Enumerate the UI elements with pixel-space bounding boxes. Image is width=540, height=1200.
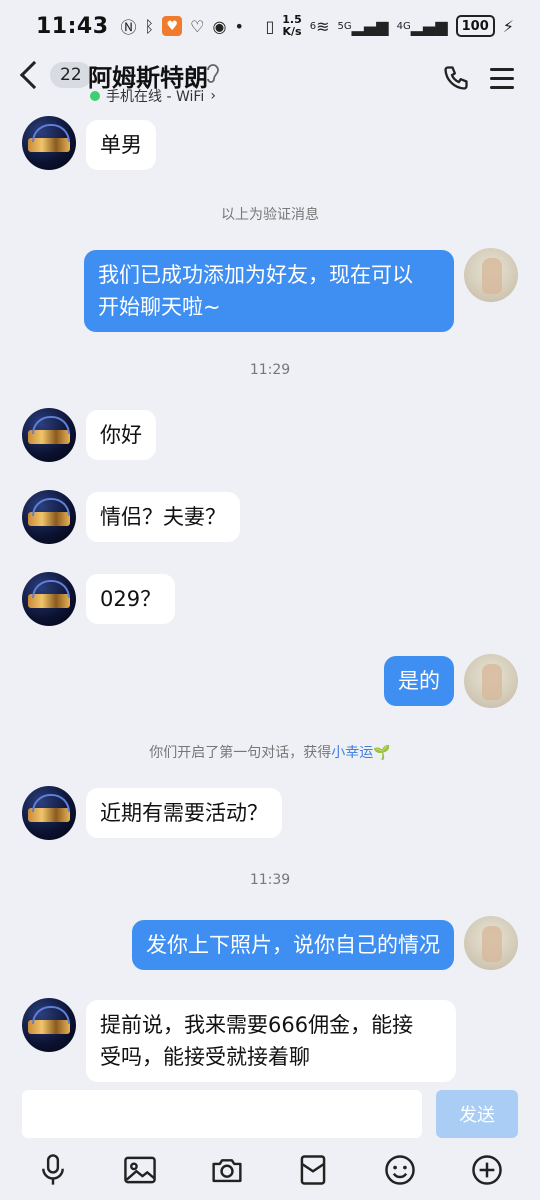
message-input[interactable] [22, 1090, 422, 1138]
notification-dot-icon: • [234, 16, 244, 36]
input-toolbar [0, 1150, 540, 1194]
phone-icon [444, 66, 468, 90]
charging-icon: ⚡ [502, 16, 514, 36]
unread-count-badge: 22 [50, 62, 92, 88]
camera-icon[interactable] [207, 1150, 247, 1190]
message-bubble[interactable]: 单男 [86, 120, 156, 170]
message-bubble[interactable]: 提前说，我来需要666佣金，能接 受吗，能接受就接着聊 [86, 1000, 456, 1082]
network-speed: 1.5 K/s [282, 13, 302, 38]
earpiece-mode-icon[interactable] [205, 62, 221, 89]
plus-icon[interactable] [467, 1150, 507, 1190]
message-bubble[interactable]: 029？ [86, 574, 176, 624]
phone-call-button[interactable] [442, 64, 470, 92]
heart-notification-icon: ♡ [190, 16, 205, 36]
sprout-icon: 🌱 [373, 745, 391, 761]
contact-avatar[interactable] [22, 490, 76, 544]
system-message: 你们开启了第一句对话，获得小幸运🌱 [149, 745, 391, 761]
online-status[interactable]: 手机在线 - WiFi › [90, 86, 216, 106]
message-bubble[interactable]: 你好 [86, 410, 156, 460]
system-message: 以上为验证消息 [221, 207, 319, 223]
contact-avatar[interactable] [22, 408, 76, 462]
timestamp: 11:39 [249, 872, 291, 888]
message-bubble[interactable]: 发你上下照片，说你自己的情况 [132, 920, 454, 970]
contact-avatar[interactable] [22, 786, 76, 840]
contact-avatar[interactable] [22, 572, 76, 626]
battery-indicator: 100 [455, 15, 495, 37]
my-avatar[interactable] [464, 654, 518, 708]
timestamp: 11:29 [249, 362, 291, 378]
signal-5g-icon: 5G ▂▄▆ [337, 16, 389, 36]
contact-avatar[interactable] [22, 116, 76, 170]
menu-button[interactable] [490, 68, 514, 95]
emoji-icon[interactable] [380, 1150, 420, 1190]
contact-avatar[interactable] [22, 998, 76, 1052]
online-dot-icon [90, 91, 100, 101]
message-bubble[interactable]: 我们已成功添加为好友，现在可以 开始聊天啦~ [84, 250, 454, 332]
my-avatar[interactable] [464, 248, 518, 302]
app-notification-icon: ♥ [162, 16, 183, 36]
microphone-icon[interactable] [33, 1150, 73, 1190]
bluetooth-icon: ᛒ [144, 16, 155, 36]
chevron-right-icon: › [210, 88, 216, 104]
image-icon[interactable] [120, 1150, 160, 1190]
my-avatar[interactable] [464, 916, 518, 970]
online-status-text: 手机在线 - WiFi [106, 89, 205, 105]
message-bubble[interactable]: 是的 [384, 656, 454, 706]
chat-header: 22 阿姆斯特朗 手机在线 - WiFi › [0, 52, 540, 112]
nfc-icon: Ⓝ [120, 18, 137, 37]
vibrate-icon: ▯ [265, 16, 275, 36]
message-list[interactable]: 单男 以上为验证消息 我们已成功添加为好友，现在可以 开始聊天啦~ 11:29 … [0, 112, 540, 1082]
signal-4g-icon: 4G ▂▄▆ [396, 16, 448, 36]
input-bar: 发送 [0, 1082, 540, 1200]
wechat-icon: ◉ [212, 16, 227, 36]
red-packet-icon[interactable] [293, 1150, 333, 1190]
status-time: 11:43 [36, 13, 109, 39]
status-bar: 11:43 Ⓝ ᛒ ♥ ♡ ◉ • ▯ 1.5 K/s 6 ≋ 5G ▂▄▆ 4G ▂… [0, 0, 540, 52]
lucky-link[interactable]: 小幸运 [331, 745, 373, 761]
message-bubble[interactable]: 近期有需要活动？ [86, 788, 282, 838]
back-button[interactable]: 22 [18, 60, 92, 90]
send-button[interactable]: 发送 [436, 1090, 518, 1138]
message-bubble[interactable]: 情侣？夫妻？ [86, 492, 240, 542]
wifi-icon: 6 ≋ [309, 16, 330, 36]
back-arrow-icon [19, 60, 49, 90]
